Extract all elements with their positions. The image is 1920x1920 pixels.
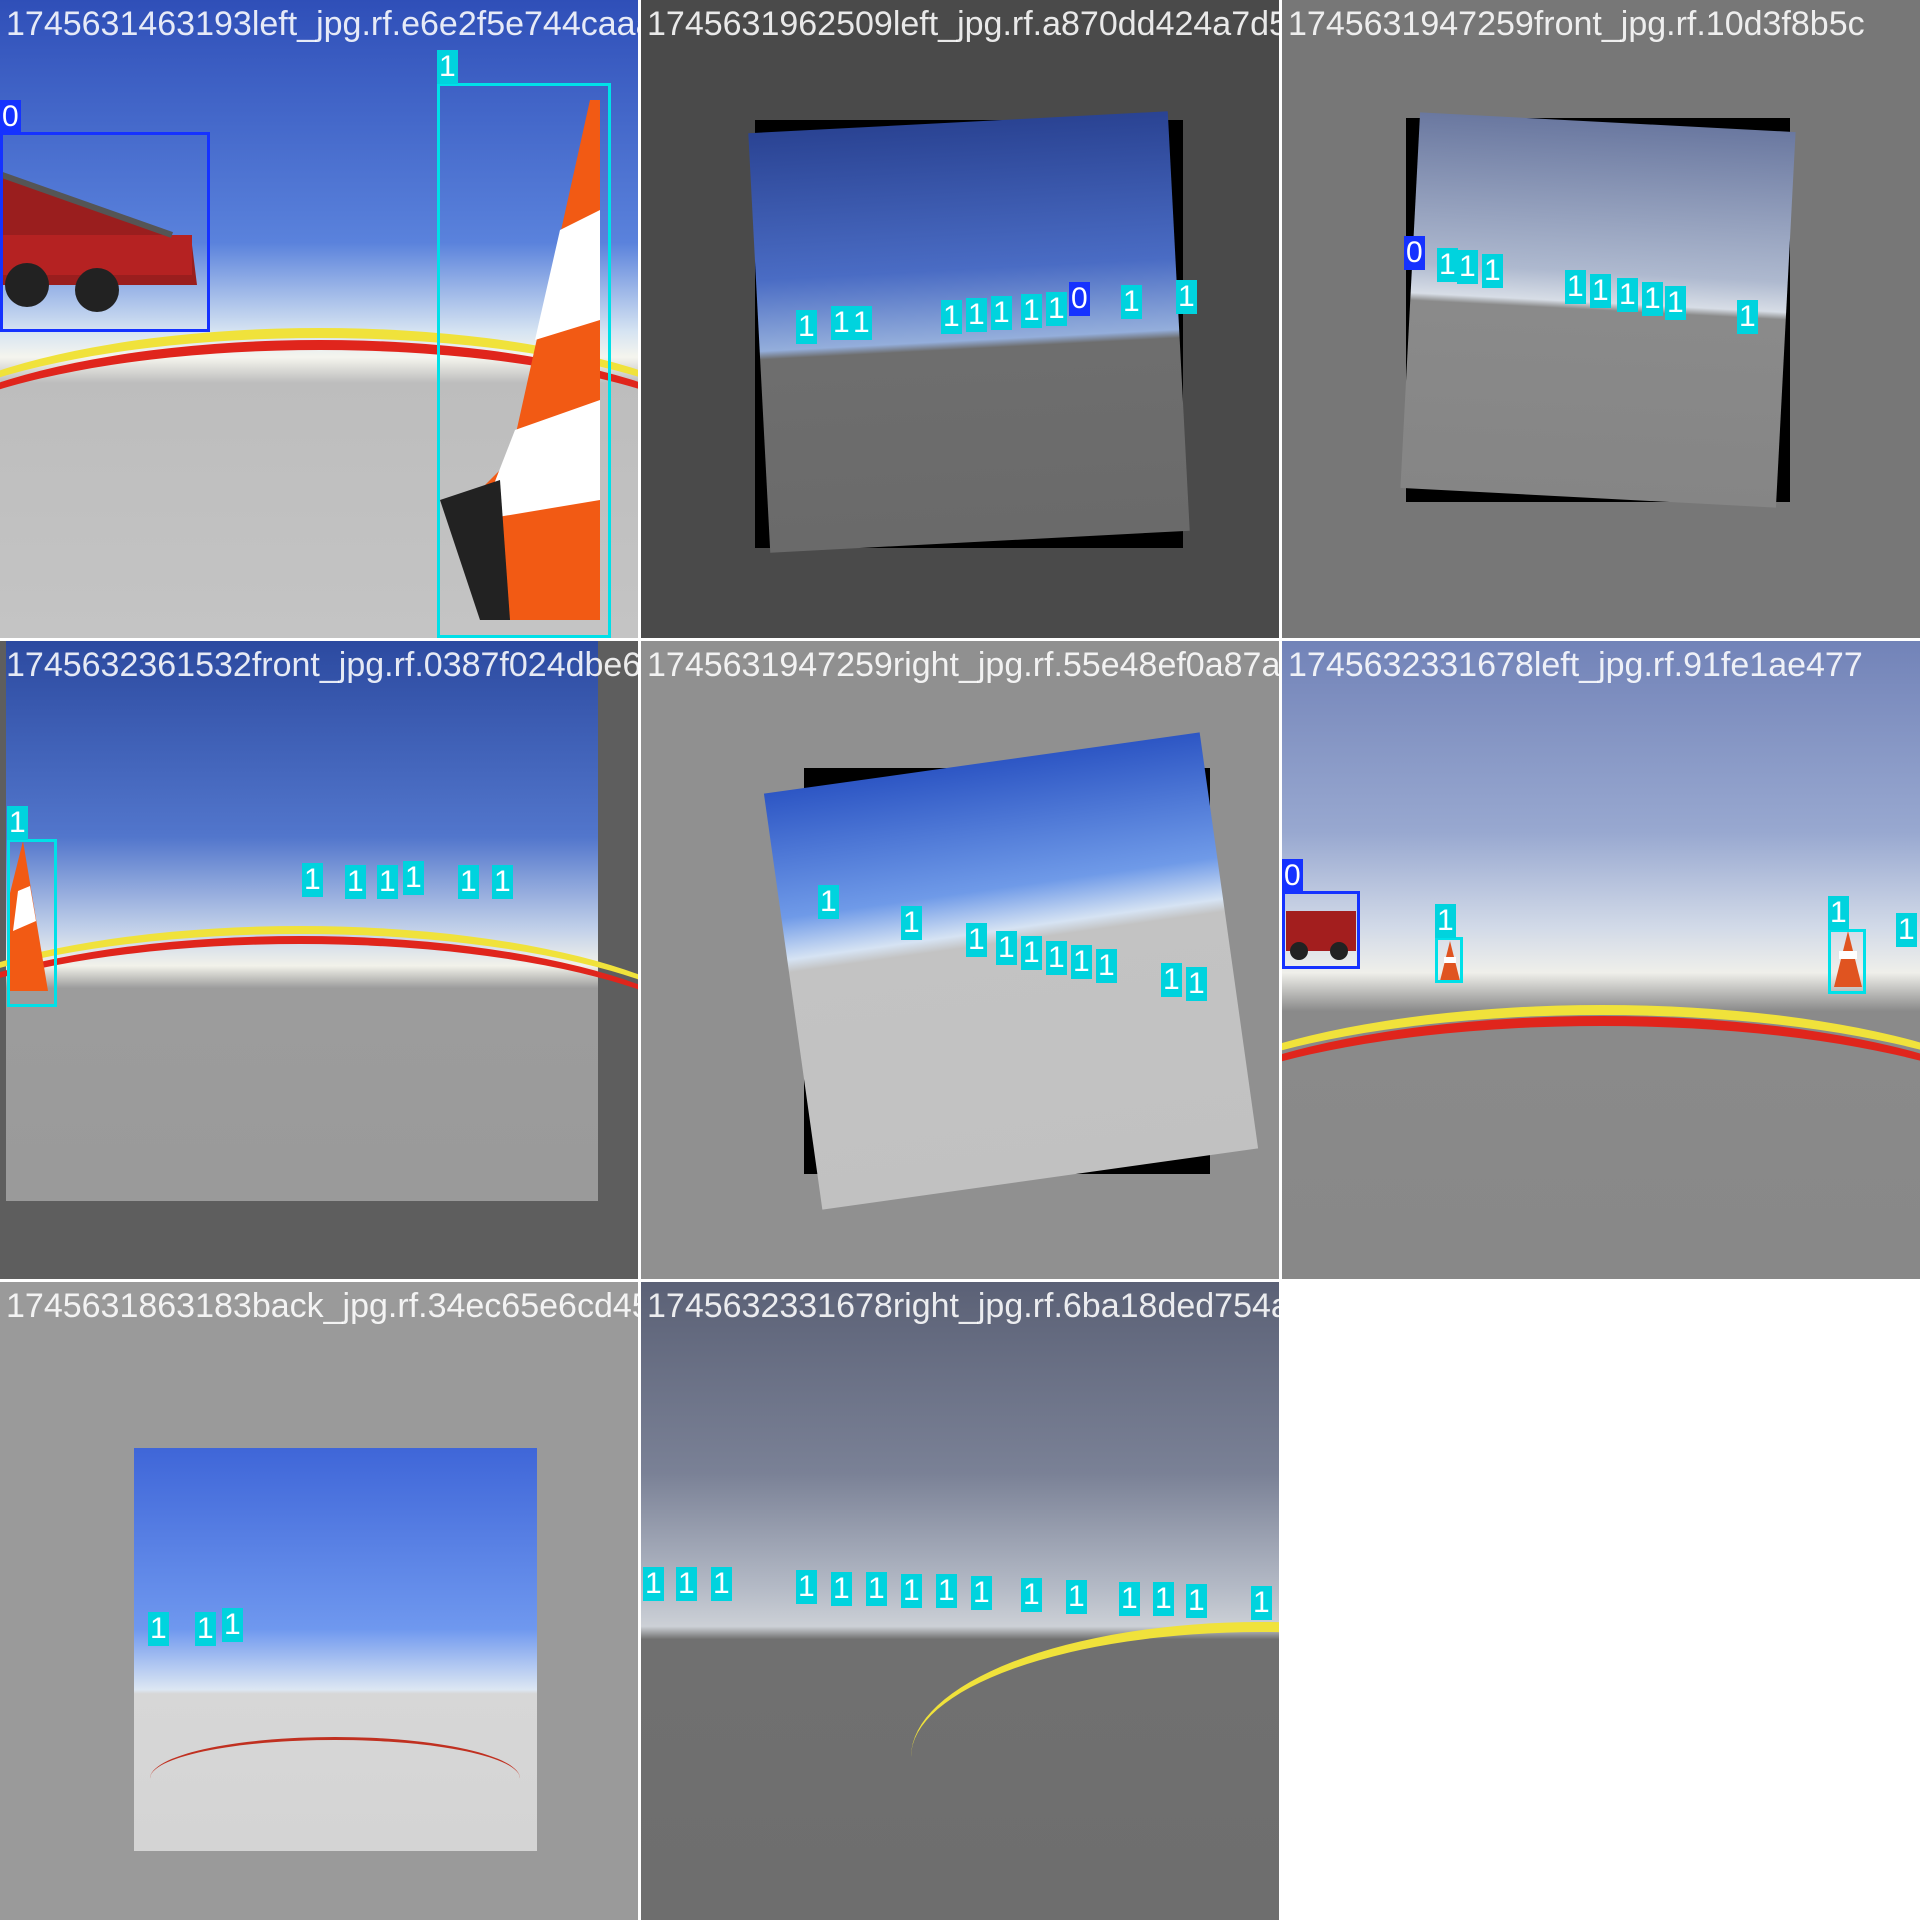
bbox-label-class1: 1 [1665,286,1686,320]
bbox-label-class1: 1 [302,863,323,897]
tile-filename: 1745631947259front_jpg.rf.10d3f8b5c [1288,5,1865,43]
track-stripe [150,1737,520,1820]
mosaic-tile-8: 1 1 1 1 1 1 1 1 1 1 1 1 1 1 1 1745632331… [641,1282,1279,1920]
bbox-label-class1: 1 [1066,1580,1087,1614]
bbox-label-class1: 1 [1565,270,1586,304]
bbox-label-class1: 1 [796,1570,817,1604]
tile-image-rotated [763,732,1259,1210]
track-stripe [0,926,638,1194]
mosaic-tile-4: 1 1 1 1 1 1 1 1745632361532front_jpg.rf.… [0,641,638,1279]
mosaic-tile-5: 1 1 1 1 1 1 1 1 1 1 1745631947259right_j… [641,641,1279,1279]
bbox-label-class1: 1 [458,865,479,899]
tile-filename: 1745631962509left_jpg.rf.a870dd424a7d5c6 [647,5,1279,43]
bbox-label-class0: 0 [1282,859,1303,893]
bbox-label-class1: 1 [996,931,1017,965]
bbox-class1 [7,839,57,1007]
bbox-label-class1: 1 [643,1567,664,1601]
bbox-label-class1: 1 [1071,945,1092,979]
bbox-label-class1: 1 [966,298,987,332]
bbox-label-class1: 1 [936,1574,957,1608]
bbox-label-class1: 1 [1828,896,1849,930]
bbox-label-class1: 1 [941,300,962,334]
bbox-label-class1: 1 [866,1572,887,1606]
tile-filename: 1745632361532front_jpg.rf.0387f024dbe66 [6,646,638,684]
bbox-class1 [1828,929,1866,994]
mosaic-tile-1: 0 1 1745631463193left_jpg.rf.e6e2f5e744c… [0,0,638,638]
bbox-label-class0: 0 [1069,282,1090,316]
bbox-label-class1: 1 [851,306,872,340]
bbox-label-class1: 1 [1121,285,1142,319]
bbox-label-class1: 1 [1617,278,1638,312]
tile-filename: 1745632331678left_jpg.rf.91fe1ae477 [1288,646,1863,684]
bbox-label-class1: 1 [1021,1578,1042,1612]
bbox-label-class0: 0 [0,100,21,134]
bbox-label-class1: 1 [1896,913,1917,947]
bbox-label-class1: 1 [1046,941,1067,975]
bbox-label-class1: 1 [1737,300,1758,334]
bbox-label-class1: 1 [831,306,852,340]
bbox-label-class1: 1 [1642,282,1663,316]
bbox-label-class1: 1 [1021,294,1042,328]
bbox-label-class1: 1 [1435,904,1456,938]
bbox-label-class1: 1 [966,923,987,957]
bbox-label-class1: 1 [971,1576,992,1610]
bbox-label-class1: 1 [195,1612,216,1646]
bbox-label-class1: 1 [377,865,398,899]
bbox-label-class1: 1 [1176,280,1197,314]
bbox-label-class1: 1 [1457,250,1478,284]
bbox-label-class1: 1 [991,296,1012,330]
bbox-label-class1: 1 [1186,1584,1207,1618]
bbox-label-class1: 1 [901,1574,922,1608]
bbox-class1 [1435,937,1463,983]
bbox-class0 [1282,891,1360,969]
bbox-label-class1: 1 [222,1608,243,1642]
mosaic-tile-6: 0 1 1 1 1745632331678left_jpg.rf.91fe1ae… [1282,641,1920,1279]
bbox-label-class1: 1 [345,865,366,899]
tile-filename: 1745631863183back_jpg.rf.34ec65e6cd4528f [6,1287,638,1325]
bbox-label-class1: 1 [1251,1586,1272,1620]
bbox-label-class1: 1 [1153,1582,1174,1616]
bbox-label-class1: 1 [676,1567,697,1601]
tile-filename: 1745632331678right_jpg.rf.6ba18ded754aa1 [647,1287,1279,1325]
bbox-label-class1: 1 [1119,1582,1140,1616]
mosaic-tile-3: 0 1 1 1 1 1 1 1 1 1 1745631947259front_j… [1282,0,1920,638]
bbox-label-class1: 1 [7,806,28,840]
grid-divider [0,1279,1279,1282]
track-stripe [1282,1005,1920,1275]
bbox-label-class1: 1 [831,1572,852,1606]
bbox-label-class1: 1 [1046,292,1067,326]
bbox-label-class1: 1 [1482,254,1503,288]
bbox-label-class1: 1 [1096,949,1117,983]
bbox-label-class1: 1 [148,1612,169,1646]
bbox-label-class1: 1 [1590,274,1611,308]
grid-divider [0,638,1920,641]
bbox-label-class1: 1 [1021,936,1042,970]
mosaic-tile-7: 1 1 1 1745631863183back_jpg.rf.34ec65e6c… [0,1282,638,1920]
bbox-label-class1: 1 [818,885,839,919]
tile-filename: 1745631947259right_jpg.rf.55e48ef0a87a5a [647,646,1279,684]
mosaic-tile-2: 1 1 1 1 1 1 1 1 0 1 1 1745631962509left_… [641,0,1279,638]
bbox-label-class1: 1 [901,906,922,940]
bbox-label-class1: 1 [1437,248,1458,282]
bbox-class0 [0,132,210,332]
bbox-label-class1: 1 [437,50,458,84]
bbox-label-class1: 1 [796,310,817,344]
tile-filename: 1745631463193left_jpg.rf.e6e2f5e744caaa [6,5,638,43]
bbox-label-class1: 1 [711,1567,732,1601]
bbox-label-class1: 1 [1161,963,1182,997]
bbox-class1 [437,83,611,638]
grid-divider [638,0,641,1920]
bbox-label-class1: 1 [403,861,424,895]
bbox-label-class0: 0 [1404,236,1425,270]
bbox-label-class1: 1 [1186,967,1207,1001]
bbox-label-class1: 1 [492,865,513,899]
